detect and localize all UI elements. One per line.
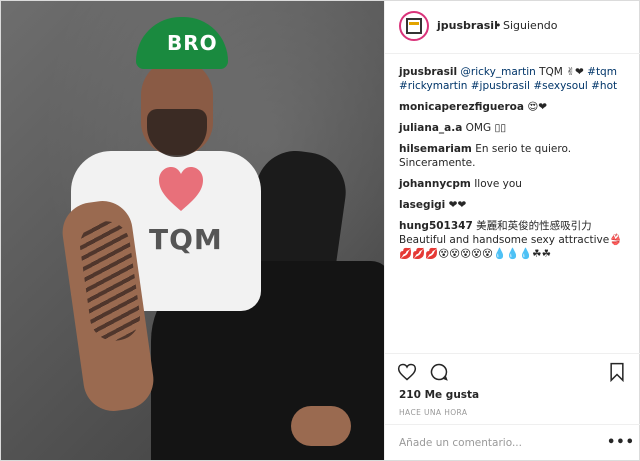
comment-username[interactable]: juliana_a.a	[399, 122, 462, 134]
comment-username[interactable]: hilsemariam	[399, 143, 472, 155]
bookmark-icon[interactable]	[607, 362, 627, 382]
comment-icon[interactable]	[429, 362, 449, 382]
action-bar	[385, 353, 640, 384]
caption-comment: jpusbrasil @ricky_martin TQM ✌❤ #tqm #ri…	[399, 65, 631, 93]
comment: lasegigi ❤❤	[399, 198, 631, 212]
comment-text: 😍❤	[527, 101, 548, 113]
avatar-logo-accent	[409, 22, 419, 25]
hashtag-link[interactable]: #jpusbrasil	[471, 80, 530, 92]
comments-list: jpusbrasil @ricky_martin TQM ✌❤ #tqm #ri…	[399, 65, 631, 268]
comment: juliana_a.a OMG ▯▯	[399, 121, 631, 135]
comment-username[interactable]: monicaperezfigueroa	[399, 101, 524, 113]
comment-text: ❤❤	[448, 199, 467, 211]
photo-hand	[291, 406, 351, 446]
comment-input[interactable]: Añade un comentario...	[399, 437, 522, 449]
follow-status-button[interactable]: Siguiendo	[503, 19, 558, 32]
hashtag-link[interactable]: #tqm	[587, 66, 617, 78]
hashtag-link[interactable]: #sexysoul	[533, 80, 587, 92]
caption-mention[interactable]: @ricky_martin	[460, 66, 535, 78]
comment-username[interactable]: jpusbrasil	[399, 66, 457, 78]
caption-emoji: ✌❤	[566, 66, 588, 78]
avatar-logo	[406, 18, 422, 34]
post-dialog: TQM BRO jpusbrasil • Siguiendo jpusbrasi…	[0, 0, 640, 461]
likes-count[interactable]: 210 Me gusta	[399, 389, 479, 401]
add-comment-bar: Añade un comentario... •••	[385, 424, 640, 461]
comment: hilsemariam En serio te quiero. Sinceram…	[399, 142, 631, 170]
post-header: jpusbrasil • Siguiendo	[385, 1, 640, 54]
header-separator: •	[495, 19, 502, 32]
hashtag-link[interactable]: #rickymartin	[399, 80, 467, 92]
post-timestamp[interactable]: HACE UNA HORA	[399, 408, 467, 417]
more-options-icon[interactable]: •••	[607, 435, 635, 450]
comment: monicaperezfigueroa 😍❤	[399, 100, 631, 114]
avatar[interactable]	[399, 11, 429, 41]
comment: johannycpm Ilove you	[399, 177, 631, 191]
photo-heart-graphic	[159, 167, 203, 211]
heart-icon[interactable]	[397, 362, 417, 382]
header-username[interactable]: jpusbrasil	[437, 19, 498, 32]
hashtag-link[interactable]: #hot	[591, 80, 617, 92]
comment-text: OMG ▯▯	[465, 122, 507, 134]
comment: hung501347 美麗和英俊的性感吸引力 Beautiful and han…	[399, 219, 631, 261]
comment-username[interactable]: johannycpm	[399, 178, 471, 190]
photo-cap-text: BRO	[167, 31, 218, 55]
photo-shirt-text: TQM	[149, 223, 223, 256]
comment-username[interactable]: lasegigi	[399, 199, 445, 211]
caption-text: TQM	[535, 66, 567, 78]
comment-text: Ilove you	[474, 178, 522, 190]
comment-username[interactable]: hung501347	[399, 220, 473, 232]
post-sidebar: jpusbrasil • Siguiendo jpusbrasil @ricky…	[384, 1, 640, 460]
post-photo[interactable]: TQM BRO	[1, 1, 384, 460]
